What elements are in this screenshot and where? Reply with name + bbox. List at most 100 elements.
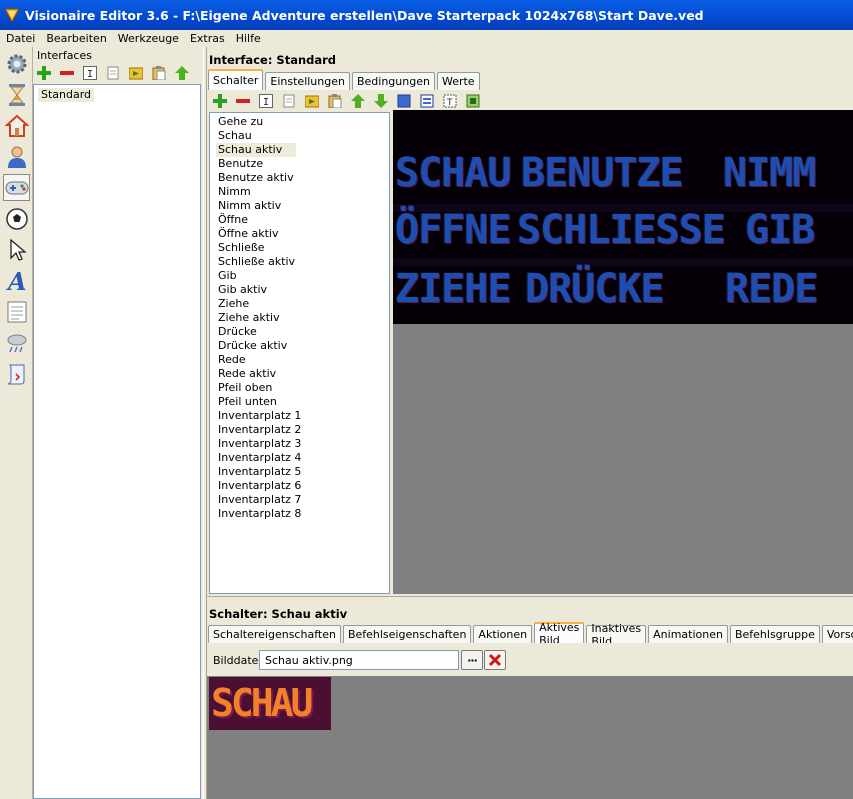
list-item[interactable]: Schau aktiv bbox=[216, 143, 296, 157]
active-image-panel: Bilddatei ··· SCHAU bbox=[207, 643, 853, 799]
tab-aktives-bild[interactable]: Aktives Bild bbox=[534, 621, 585, 647]
list-item[interactable]: Inventarplatz 7 bbox=[216, 493, 303, 507]
list-item[interactable]: Gib bbox=[216, 269, 239, 283]
list-item[interactable]: Rede aktiv bbox=[216, 367, 278, 381]
scenes-button[interactable] bbox=[3, 81, 30, 108]
paste-icon[interactable] bbox=[326, 92, 344, 110]
app-logo-icon bbox=[4, 8, 20, 23]
list-item[interactable]: Inventarplatz 3 bbox=[216, 437, 303, 451]
list-item[interactable]: Gehe zu bbox=[216, 115, 265, 129]
menu-werkzeuge[interactable]: Werkzeuge bbox=[112, 32, 184, 45]
image-preview-area: SCHAU bbox=[207, 676, 853, 799]
list-item[interactable]: Inventarplatz 2 bbox=[216, 423, 303, 437]
move-up-icon[interactable] bbox=[349, 92, 367, 110]
svg-text:I: I bbox=[87, 69, 93, 80]
list-item[interactable]: Pfeil unten bbox=[216, 395, 279, 409]
add-icon[interactable] bbox=[35, 64, 53, 82]
list-item[interactable]: Inventarplatz 1 bbox=[216, 409, 303, 423]
tab-einstellungen[interactable]: Einstellungen bbox=[265, 72, 350, 90]
list-item[interactable]: Nimm aktiv bbox=[216, 199, 283, 213]
list-item[interactable]: Drücke bbox=[216, 325, 259, 339]
remove-icon[interactable] bbox=[234, 92, 252, 110]
bilddatei-label: Bilddatei bbox=[213, 654, 262, 667]
remove-icon[interactable] bbox=[58, 64, 76, 82]
list-item[interactable]: Ziehe bbox=[216, 297, 251, 311]
move-down-icon[interactable] bbox=[372, 92, 390, 110]
list-item[interactable]: Drücke aktiv bbox=[216, 339, 289, 353]
tab-befehlseigenschaften[interactable]: Befehlseigenschaften bbox=[342, 625, 472, 643]
interfaces-panel: Interfaces I Standard bbox=[33, 47, 203, 799]
copy-icon[interactable] bbox=[104, 64, 122, 82]
clear-button[interactable] bbox=[484, 650, 506, 670]
active-image: SCHAU bbox=[209, 677, 331, 730]
tab-vorschau[interactable]: Vorschau bbox=[821, 625, 853, 643]
texts-button[interactable] bbox=[3, 298, 30, 325]
tab-schalter[interactable]: Schalter bbox=[208, 69, 264, 90]
rename-icon[interactable]: I bbox=[81, 64, 99, 82]
interfaces-button[interactable] bbox=[3, 174, 30, 201]
menu-hilfe[interactable]: Hilfe bbox=[230, 32, 266, 45]
title-bar: Visionaire Editor 3.6 - F:\Eigene Advent… bbox=[0, 0, 853, 30]
list-item[interactable]: Nimm bbox=[216, 185, 253, 199]
list-item[interactable]: Inventarplatz 8 bbox=[216, 507, 303, 521]
schalter-tabs: Schaltereigenschaften Befehlseigenschaft… bbox=[208, 621, 853, 648]
schalter-section-title: Schalter: Schau aktiv bbox=[209, 607, 348, 621]
tab-schaltereigenschaften[interactable]: Schaltereigenschaften bbox=[208, 625, 341, 643]
list-item[interactable]: Ziehe aktiv bbox=[216, 311, 282, 325]
locations-button[interactable] bbox=[3, 112, 30, 139]
list-item[interactable]: Inventarplatz 5 bbox=[216, 465, 303, 479]
ellipsis-icon: ··· bbox=[467, 653, 478, 667]
move-up-icon[interactable] bbox=[173, 64, 191, 82]
rename-icon[interactable]: I bbox=[257, 92, 275, 110]
list-item[interactable]: Schließe bbox=[216, 241, 267, 255]
fonts-button[interactable]: A bbox=[3, 267, 30, 294]
list-item[interactable]: Standard bbox=[38, 88, 95, 102]
sprite-word: DRÜCKE bbox=[525, 266, 664, 312]
text-area-icon[interactable]: T bbox=[441, 92, 459, 110]
tab-aktionen[interactable]: Aktionen bbox=[473, 625, 533, 643]
list-item[interactable]: Schließe aktiv bbox=[216, 255, 297, 269]
paste-icon[interactable] bbox=[150, 64, 168, 82]
list-item[interactable]: Inventarplatz 6 bbox=[216, 479, 303, 493]
import-icon[interactable] bbox=[303, 92, 321, 110]
scripts-button[interactable] bbox=[3, 360, 30, 387]
list-item[interactable]: Inventarplatz 4 bbox=[216, 451, 303, 465]
list-item[interactable]: Pfeil oben bbox=[216, 381, 274, 395]
list-item[interactable]: Schau bbox=[216, 129, 254, 143]
svg-text:A: A bbox=[6, 268, 27, 294]
cursors-button[interactable] bbox=[3, 236, 30, 263]
tab-befehlsgruppe[interactable]: Befehlsgruppe bbox=[729, 625, 820, 643]
bilddatei-input[interactable] bbox=[259, 650, 459, 670]
list-item[interactable]: Öffne aktiv bbox=[216, 227, 280, 241]
tab-werte[interactable]: Werte bbox=[436, 72, 480, 90]
list-item[interactable]: Rede bbox=[216, 353, 248, 367]
close-icon bbox=[488, 653, 502, 667]
browse-button[interactable]: ··· bbox=[461, 650, 483, 670]
interface-preview[interactable]: SCHAU BENUTZE NIMM ÖFFNE SCHLIESSE GIB Z… bbox=[393, 110, 853, 594]
tab-bedingungen[interactable]: Bedingungen bbox=[351, 72, 435, 90]
tab-inaktives-bild[interactable]: Inaktives Bild bbox=[586, 622, 647, 648]
menu-bearbeiten[interactable]: Bearbeiten bbox=[40, 32, 111, 45]
select-area-icon[interactable] bbox=[395, 92, 413, 110]
horizontal-splitter[interactable] bbox=[207, 596, 853, 602]
sprite-word: ÖFFNE bbox=[395, 207, 511, 253]
tab-animationen[interactable]: Animationen bbox=[648, 625, 728, 643]
import-icon[interactable] bbox=[127, 64, 145, 82]
settings-button[interactable] bbox=[3, 50, 30, 77]
list-item[interactable]: Öffne bbox=[216, 213, 250, 227]
gear-icon bbox=[7, 54, 26, 73]
menu-datei[interactable]: Datei bbox=[0, 32, 40, 45]
sprite-word: BENUTZE bbox=[521, 150, 684, 196]
add-icon[interactable] bbox=[211, 92, 229, 110]
characters-button[interactable] bbox=[3, 143, 30, 170]
objects-button[interactable] bbox=[3, 205, 30, 232]
weather-button[interactable] bbox=[3, 329, 30, 356]
edit-area-icon[interactable] bbox=[418, 92, 436, 110]
menu-extras[interactable]: Extras bbox=[184, 32, 230, 45]
cursor-icon bbox=[9, 238, 27, 261]
copy-icon[interactable] bbox=[280, 92, 298, 110]
list-item[interactable]: Gib aktiv bbox=[216, 283, 269, 297]
list-item[interactable]: Benutze bbox=[216, 157, 265, 171]
position-icon[interactable] bbox=[464, 92, 482, 110]
list-item[interactable]: Benutze aktiv bbox=[216, 171, 296, 185]
